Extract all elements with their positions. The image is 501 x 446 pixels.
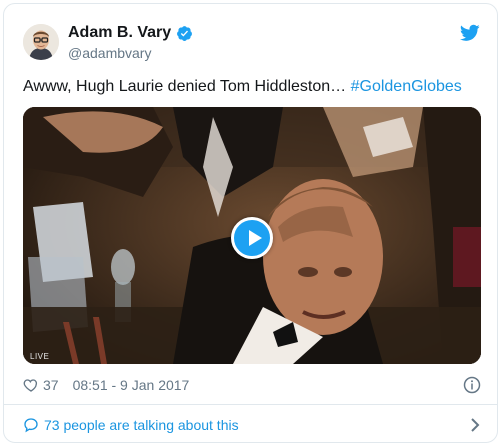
- author-name-row[interactable]: Adam B. Vary: [68, 24, 193, 42]
- conversation-link[interactable]: 73 people are talking about this: [23, 415, 481, 435]
- avatar[interactable]: [23, 24, 59, 60]
- live-badge: LIVE: [30, 352, 50, 361]
- tweet-text: Awww, Hugh Laurie denied Tom Hiddleston……: [23, 78, 462, 96]
- video-player[interactable]: LIVE: [23, 107, 481, 364]
- chevron-right-icon[interactable]: [469, 417, 481, 433]
- hashtag-link[interactable]: #GoldenGlobes: [351, 78, 462, 95]
- twitter-bird-icon[interactable]: [460, 24, 480, 42]
- verified-badge-icon: [177, 25, 193, 41]
- tweet-meta-row: 37 08:51 - 9 Jan 2017: [23, 375, 481, 395]
- like-count[interactable]: 37: [43, 377, 59, 393]
- tweet-body: Awww, Hugh Laurie denied Tom Hiddleston…: [23, 78, 351, 95]
- author-handle[interactable]: @adambvary: [68, 45, 151, 61]
- author-name[interactable]: Adam B. Vary: [68, 24, 171, 42]
- play-button-icon[interactable]: [231, 217, 273, 259]
- speech-bubble-icon: [24, 418, 38, 433]
- info-icon[interactable]: [463, 376, 481, 394]
- conversation-text[interactable]: 73 people are talking about this: [44, 417, 239, 433]
- embedded-tweet-card[interactable]: Adam B. Vary @adambvary Awww, Hugh Lauri…: [3, 3, 498, 443]
- divider: [4, 404, 497, 405]
- tweet-timestamp[interactable]: 08:51 - 9 Jan 2017: [73, 377, 190, 393]
- heart-icon[interactable]: [23, 377, 39, 393]
